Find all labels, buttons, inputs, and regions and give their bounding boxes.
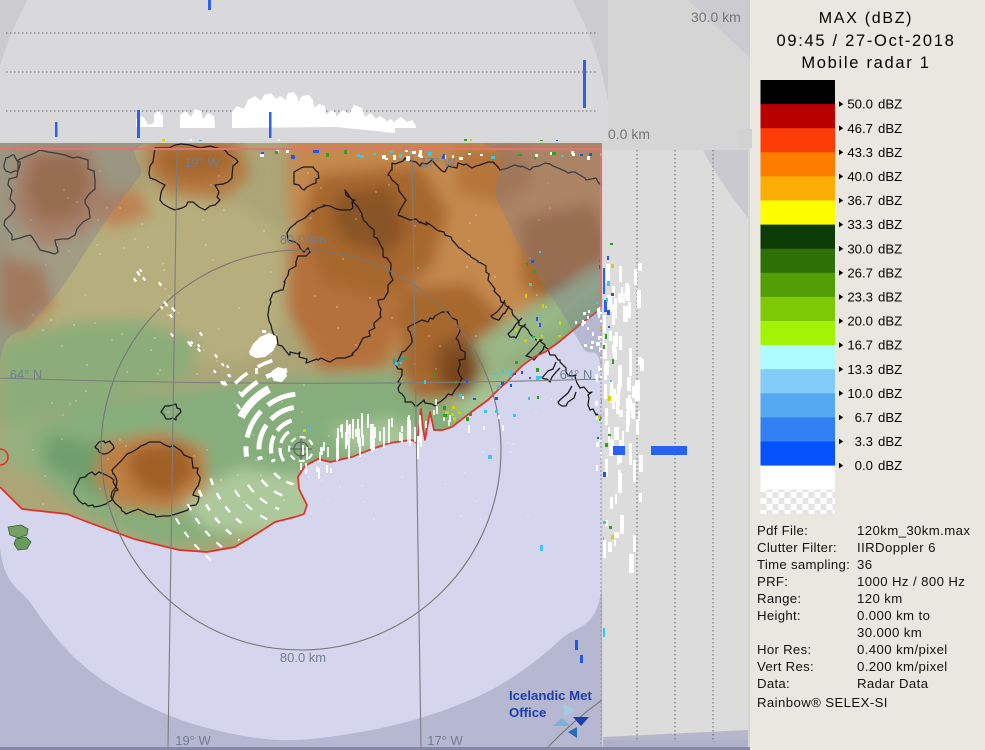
svg-text:40.0: 40.0 [847, 169, 873, 184]
svg-text:MAX (dBZ): MAX (dBZ) [819, 10, 913, 27]
svg-text:20.0: 20.0 [847, 314, 873, 329]
svg-text:0.0: 0.0 [855, 458, 873, 473]
svg-text:dBZ: dBZ [878, 217, 902, 232]
svg-text:Rainbow® SELEX-SI: Rainbow® SELEX-SI [757, 695, 888, 710]
svg-text:1000 Hz / 800 Hz: 1000 Hz / 800 Hz [857, 574, 965, 589]
svg-text:Pdf File:: Pdf File: [757, 523, 808, 538]
svg-text:0.400 km/pixel: 0.400 km/pixel [857, 642, 948, 657]
svg-text:dBZ: dBZ [878, 434, 902, 449]
svg-text:0.000 km to: 0.000 km to [857, 608, 930, 623]
svg-text:Time sampling:: Time sampling: [757, 557, 850, 572]
svg-text:120 km: 120 km [857, 591, 903, 606]
svg-text:0.0 km: 0.0 km [608, 126, 650, 142]
svg-text:17° W: 17° W [427, 733, 463, 748]
svg-text:80.0 km: 80.0 km [280, 232, 326, 247]
svg-text:Height:: Height: [757, 608, 801, 623]
svg-text:17° W: 17° W [420, 155, 456, 170]
svg-text:dBZ: dBZ [878, 410, 902, 425]
svg-text:36.7: 36.7 [847, 193, 873, 208]
svg-text:43.3: 43.3 [847, 145, 873, 160]
svg-text:36: 36 [857, 557, 872, 572]
svg-text:80.0 km: 80.0 km [280, 650, 326, 665]
svg-text:19° W: 19° W [184, 155, 220, 170]
svg-text:dBZ: dBZ [878, 362, 902, 377]
svg-text:30.000 km: 30.000 km [857, 625, 922, 640]
svg-text:dBZ: dBZ [878, 241, 902, 256]
svg-text:PRF:: PRF: [757, 574, 788, 589]
svg-text:6.7: 6.7 [855, 410, 873, 425]
svg-text:dBZ: dBZ [878, 314, 902, 329]
svg-text:19° W: 19° W [175, 733, 211, 748]
svg-text:33.3: 33.3 [847, 217, 873, 232]
svg-text:16.7: 16.7 [847, 338, 873, 353]
svg-text:23.3: 23.3 [847, 290, 873, 305]
svg-text:Mobile radar 1: Mobile radar 1 [801, 54, 930, 72]
svg-text:Range:: Range: [757, 591, 801, 606]
svg-text:dBZ: dBZ [878, 97, 902, 112]
svg-text:Office: Office [509, 705, 546, 720]
svg-text:Radar Data: Radar Data [857, 676, 929, 691]
svg-text:120km_30km.max: 120km_30km.max [857, 523, 970, 538]
svg-text:dBZ: dBZ [878, 386, 902, 401]
svg-text:3.3: 3.3 [855, 434, 873, 449]
svg-text:46.7: 46.7 [847, 121, 873, 136]
svg-text:64° N: 64° N [560, 367, 593, 382]
svg-text:64° N: 64° N [10, 367, 43, 382]
svg-text:dBZ: dBZ [878, 290, 902, 305]
svg-text:09:45 / 27-Oct-2018: 09:45 / 27-Oct-2018 [776, 32, 955, 50]
svg-text:13.3: 13.3 [847, 362, 873, 377]
svg-text:0.200 km/pixel: 0.200 km/pixel [857, 659, 948, 674]
svg-text:50.0: 50.0 [847, 97, 873, 112]
svg-text:dBZ: dBZ [878, 265, 902, 280]
svg-text:dBZ: dBZ [878, 169, 902, 184]
svg-text:dBZ: dBZ [878, 121, 902, 136]
svg-text:Vert Res:: Vert Res: [757, 659, 814, 674]
svg-text:dBZ: dBZ [878, 193, 902, 208]
svg-text:dBZ: dBZ [878, 145, 902, 160]
svg-text:Clutter Filter:: Clutter Filter: [757, 540, 837, 555]
svg-text:10.0: 10.0 [847, 386, 873, 401]
svg-text:Icelandic Met: Icelandic Met [509, 688, 592, 703]
svg-text:Hor Res:: Hor Res: [757, 642, 811, 657]
svg-text:IIRDoppler 6: IIRDoppler 6 [857, 540, 936, 555]
svg-text:26.7: 26.7 [847, 265, 873, 280]
svg-text:30.0: 30.0 [847, 241, 873, 256]
svg-text:Data:: Data: [757, 676, 790, 691]
svg-text:30.0 km: 30.0 km [691, 9, 741, 25]
svg-text:dBZ: dBZ [878, 338, 902, 353]
svg-text:dBZ: dBZ [878, 458, 902, 473]
